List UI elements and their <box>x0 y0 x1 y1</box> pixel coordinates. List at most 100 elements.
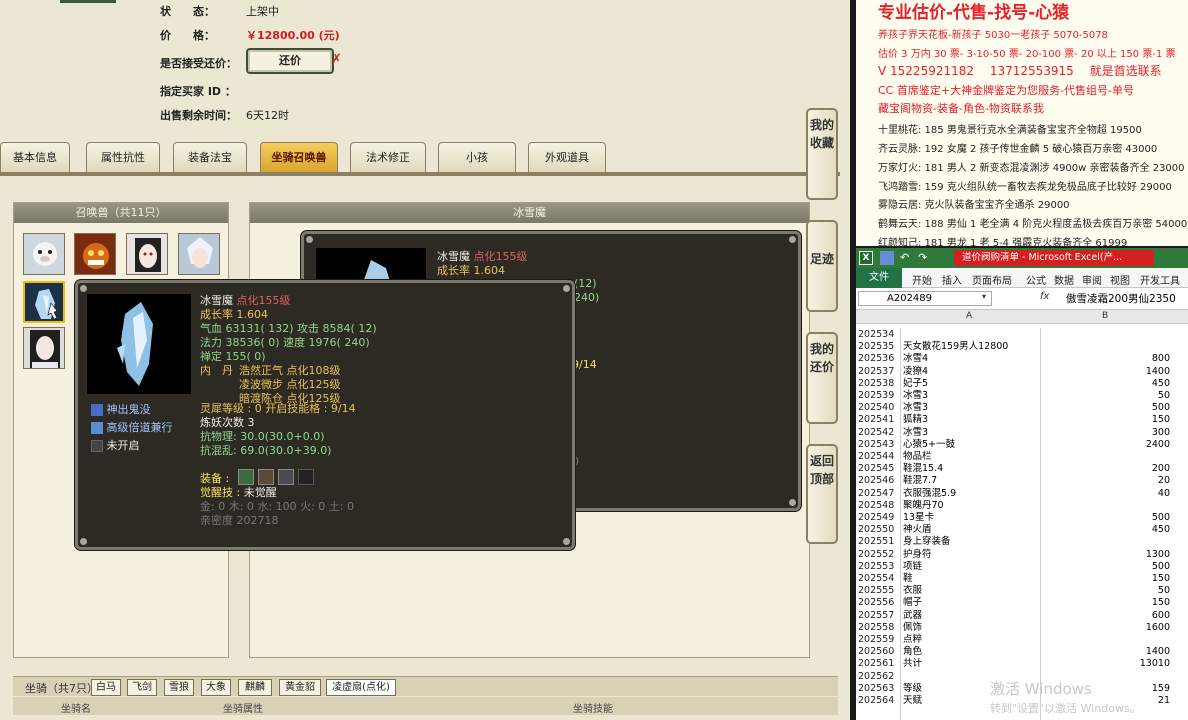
cell-a[interactable]: 项链 <box>903 561 1053 573</box>
ribbon-tab-data[interactable]: 数据 <box>1054 272 1074 287</box>
cell-a[interactable]: 鞋 <box>903 573 1053 585</box>
pet-icon-4[interactable] <box>178 233 220 275</box>
table-row[interactable]: 202544 物品栏 <box>856 451 1188 463</box>
excel-grid[interactable]: 202534 202535 天女散花159男人12800 202536 冰雪4 800 20… <box>856 328 1188 720</box>
table-row[interactable]: 202538 妃子5 450 <box>856 378 1188 390</box>
cell-a[interactable]: 共计 <box>903 658 1053 670</box>
cell-a[interactable]: 神火盾 <box>903 524 1053 536</box>
cell-a[interactable]: 鞋混7.7 <box>903 475 1053 487</box>
table-row[interactable]: 202559 点粹 <box>856 634 1188 646</box>
ribbon-tab-file[interactable]: 文件 <box>856 268 902 288</box>
mount-tab-5[interactable]: 麒麟 <box>238 679 272 696</box>
cell-a[interactable]: 身上穿装备 <box>903 536 1053 548</box>
cell-a[interactable]: 心猿5+一鼓 <box>903 439 1053 451</box>
table-row[interactable]: 202536 冰雪4 800 <box>856 353 1188 365</box>
cell-a[interactable]: 妃子5 <box>903 378 1053 390</box>
cell-b[interactable]: 500 <box>1056 512 1170 524</box>
cell-a[interactable]: 武器 <box>903 610 1053 622</box>
table-row[interactable]: 202553 项链 500 <box>856 561 1188 573</box>
cell-a[interactable]: 13星卡 <box>903 512 1053 524</box>
table-row[interactable]: 202560 角色 1400 <box>856 646 1188 658</box>
pet-icon-6[interactable] <box>23 327 65 369</box>
cell-b[interactable]: 150 <box>1056 597 1170 609</box>
counter-offer-button[interactable]: 还价 <box>246 48 334 74</box>
back-to-top-button[interactable]: 返回顶部 <box>806 444 838 544</box>
column-a-header[interactable]: A <box>966 311 972 321</box>
cell-a[interactable]: 物品栏 <box>903 451 1053 463</box>
tab-basic-info[interactable]: 基本信息 <box>0 142 70 172</box>
cell-a[interactable]: 衣服 <box>903 585 1053 597</box>
cell-a[interactable]: 冰雪3 <box>903 402 1053 414</box>
pet-icon-3[interactable] <box>126 233 168 275</box>
cell-a[interactable]: 护身符 <box>903 549 1053 561</box>
cell-a[interactable]: 衣服强混5.9 <box>903 488 1053 500</box>
table-row[interactable]: 202542 冰雪3 300 <box>856 427 1188 439</box>
name-box[interactable]: A202489 <box>858 291 992 306</box>
pet-icon-2[interactable] <box>74 233 116 275</box>
cell-b[interactable]: 1400 <box>1056 366 1170 378</box>
cell-b[interactable]: 1600 <box>1056 622 1170 634</box>
cell-b[interactable]: 150 <box>1056 573 1170 585</box>
cell-b[interactable]: 1300 <box>1056 549 1170 561</box>
redo-icon[interactable]: ↷ <box>918 251 927 264</box>
cell-a[interactable]: 点粹 <box>903 634 1053 646</box>
equip-slot-empty[interactable] <box>298 469 314 485</box>
table-row[interactable]: 202540 冰雪3 500 <box>856 402 1188 414</box>
tab-mounts-pets[interactable]: 坐骑召唤兽 <box>260 142 338 172</box>
cell-b[interactable]: 2400 <box>1056 439 1170 451</box>
table-row[interactable]: 202534 <box>856 329 1188 341</box>
table-row[interactable]: 202545 鞋混15.4 200 <box>856 463 1188 475</box>
table-row[interactable]: 202547 衣服强混5.9 40 <box>856 488 1188 500</box>
mount-tab-6[interactable]: 黄金貂 <box>279 679 321 696</box>
ribbon-tab-formulas[interactable]: 公式 <box>1026 272 1046 287</box>
save-icon[interactable] <box>880 251 894 265</box>
table-row[interactable]: 202550 神火盾 450 <box>856 524 1188 536</box>
my-counter-offers-button[interactable]: 我的还价 <box>806 332 838 424</box>
table-row[interactable]: 202552 护身符 1300 <box>856 549 1188 561</box>
cell-b[interactable]: 20 <box>1056 475 1170 487</box>
cell-b[interactable]: 50 <box>1056 585 1170 597</box>
table-row[interactable]: 202555 衣服 50 <box>856 585 1188 597</box>
cell-a[interactable]: 冰雪3 <box>903 427 1053 439</box>
cell-b[interactable]: 150 <box>1056 414 1170 426</box>
equip-slot-1-icon[interactable] <box>238 469 254 485</box>
cell-b[interactable]: 300 <box>1056 427 1170 439</box>
cell-a[interactable]: 佩饰 <box>903 622 1053 634</box>
cell-b[interactable]: 450 <box>1056 524 1170 536</box>
ribbon-tab-developer[interactable]: 开发工具 <box>1140 272 1180 287</box>
tab-attributes[interactable]: 属性抗性 <box>86 142 160 172</box>
cell-a[interactable]: 帽子 <box>903 597 1053 609</box>
cell-a[interactable]: 天女散花159男人12800 <box>903 341 1053 353</box>
mount-tab-3[interactable]: 雪狼 <box>164 679 194 696</box>
mount-tab-1[interactable]: 白马 <box>91 679 121 696</box>
cell-a[interactable]: 聚魄丹70 <box>903 500 1053 512</box>
table-row[interactable]: 202539 冰雪3 50 <box>856 390 1188 402</box>
formula-input[interactable]: 傲雪凌霜200男仙2350 <box>1066 291 1176 306</box>
table-row[interactable]: 202554 鞋 150 <box>856 573 1188 585</box>
cell-b[interactable]: 50 <box>1056 390 1170 402</box>
table-row[interactable]: 202537 凌獠4 1400 <box>856 366 1188 378</box>
pet-icon-1[interactable] <box>23 233 65 275</box>
cell-b[interactable]: 1400 <box>1056 646 1170 658</box>
table-row[interactable]: 202541 狐精3 150 <box>856 414 1188 426</box>
ribbon-tab-page-layout[interactable]: 页面布局 <box>972 272 1012 287</box>
ribbon-tab-insert[interactable]: 插入 <box>942 272 962 287</box>
table-row[interactable]: 202561 共计 13010 <box>856 658 1188 670</box>
tab-children[interactable]: 小孩 <box>438 142 516 172</box>
ribbon-tab-view[interactable]: 视图 <box>1110 272 1130 287</box>
cell-b[interactable]: 13010 <box>1056 658 1170 670</box>
cell-a[interactable]: 凌獠4 <box>903 366 1053 378</box>
undo-icon[interactable]: ↶ <box>900 251 909 264</box>
pet-icon-selected[interactable] <box>23 281 65 323</box>
cell-b[interactable]: 600 <box>1056 610 1170 622</box>
cell-a[interactable]: 狐精3 <box>903 414 1053 426</box>
name-box-dropdown-icon[interactable]: ▾ <box>982 292 986 301</box>
mount-tab-2[interactable]: 飞剑 <box>127 679 157 696</box>
table-row[interactable]: 202556 帽子 150 <box>856 597 1188 609</box>
column-b-header[interactable]: B <box>1102 311 1108 321</box>
table-row[interactable]: 202546 鞋混7.7 20 <box>856 475 1188 487</box>
table-row[interactable]: 202549 13星卡 500 <box>856 512 1188 524</box>
footprint-button[interactable]: 足迹 <box>806 220 838 312</box>
tab-spell-correction[interactable]: 法术修正 <box>350 142 426 172</box>
cell-b[interactable]: 800 <box>1056 353 1170 365</box>
